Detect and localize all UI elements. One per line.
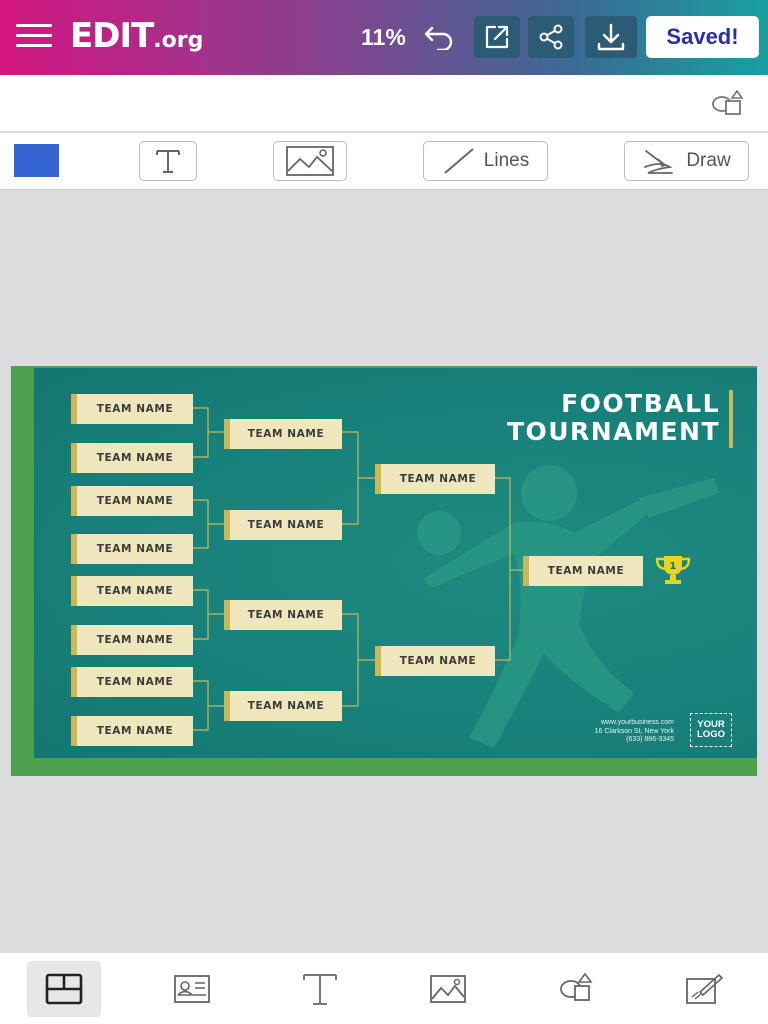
team-round1-4[interactable]: TEAM NAME [71,534,193,564]
edit-canvas-icon [686,973,724,1004]
line-icon [444,148,474,174]
team-round2-2[interactable]: TEAM NAME [224,510,342,540]
trophy-icon: 1 [655,556,691,584]
team-round1-1[interactable]: TEAM NAME [71,394,193,424]
download-icon [597,23,625,51]
export-button[interactable] [474,16,520,58]
nav-templates[interactable] [155,961,229,1017]
nav-draw[interactable] [667,961,741,1017]
draw-icon [644,150,674,174]
menu-icon-line [16,24,52,27]
logo-main-text: EDIT [70,16,154,56]
layout-icon [45,973,83,1005]
team-round1-3[interactable]: TEAM NAME [71,486,193,516]
text-icon [303,974,337,1005]
shapes-icon [712,89,744,115]
text-icon [156,150,180,173]
text-tool-button[interactable] [139,141,197,181]
team-round3-2[interactable]: TEAM NAME [375,646,495,676]
draw-tool-button[interactable]: Draw [624,141,749,181]
design-background: TEAM NAME TEAM NAME TEAM NAME TEAM NAME … [34,368,757,758]
external-link-icon [485,25,509,49]
id-card-icon [174,975,210,1003]
image-icon [430,975,466,1003]
team-round1-5[interactable]: TEAM NAME [71,576,193,606]
menu-icon-line [16,34,52,37]
nav-images[interactable] [411,961,485,1017]
color-picker-swatch[interactable] [14,144,59,177]
lines-tool-button[interactable]: Lines [423,141,548,181]
tournament-title[interactable]: FOOTBALL TOURNAMENT [507,390,720,446]
shapes-icon [560,972,593,1001]
undo-icon [424,26,453,50]
team-round1-2[interactable]: TEAM NAME [71,443,193,473]
title-accent-bar [729,390,733,448]
contact-phone: (633) 886-3345 [626,736,674,743]
share-button[interactable] [528,16,574,58]
image-icon [286,146,334,176]
shapes-button[interactable] [708,89,748,119]
trophy-number: 1 [670,561,677,572]
app-header: EDIT.org 11% Saved! [0,0,768,75]
lines-label: Lines [483,150,530,171]
menu-icon-line [16,44,52,47]
zoom-level[interactable]: 11% [361,24,406,51]
logo-suffix-text: .org [153,28,204,53]
saved-button[interactable]: Saved! [646,16,759,58]
team-round1-6[interactable]: TEAM NAME [71,625,193,655]
team-round2-3[interactable]: TEAM NAME [224,600,342,630]
nav-text[interactable] [283,961,357,1017]
contact-address: 16 Clarkson St, New York [594,727,674,735]
contact-info[interactable]: www.yourbusiness.com 16 Clarkson St, New… [569,719,674,745]
team-round3-1[interactable]: TEAM NAME [375,464,495,494]
team-round2-1[interactable]: TEAM NAME [224,419,342,449]
design-canvas[interactable]: TEAM NAME TEAM NAME TEAM NAME TEAM NAME … [11,366,757,776]
title-line-2: TOURNAMENT [506,417,720,446]
team-final[interactable]: TEAM NAME [523,556,643,586]
team-round1-7[interactable]: TEAM NAME [71,667,193,697]
logo-placeholder-line-2: LOGO [697,729,725,740]
nav-layout[interactable] [27,961,101,1017]
image-tool-button[interactable] [273,141,347,181]
undo-button[interactable] [416,16,462,58]
logo-placeholder[interactable]: YOUR LOGO [690,713,732,747]
team-round2-4[interactable]: TEAM NAME [224,691,342,721]
secondary-toolbar [0,75,768,132]
draw-label: Draw [686,150,731,171]
bottom-nav [0,952,768,1024]
share-icon [539,24,563,50]
team-round1-8[interactable]: TEAM NAME [71,716,193,746]
download-button[interactable] [585,16,637,58]
contact-web: www.yourbusiness.com [600,719,674,726]
title-line-1: FOOTBALL [561,389,720,418]
nav-shapes[interactable] [539,961,613,1017]
menu-button[interactable] [16,24,52,50]
app-logo[interactable]: EDIT.org [70,16,203,56]
